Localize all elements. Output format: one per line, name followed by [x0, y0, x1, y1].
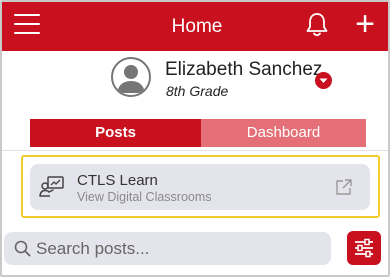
- external-link-icon: [335, 178, 353, 196]
- card-subtitle: View Digital Classrooms: [77, 190, 212, 204]
- card-title: CTLS Learn: [77, 172, 158, 189]
- plus-icon[interactable]: +: [352, 7, 378, 41]
- search-input[interactable]: [36, 232, 321, 265]
- user-grade: 8th Grade: [166, 83, 229, 99]
- user-avatar-icon: [111, 57, 151, 97]
- tab-posts[interactable]: Posts: [30, 119, 201, 147]
- search-bar: [4, 232, 331, 265]
- app-header: Home +: [2, 2, 388, 51]
- page-title: Home: [171, 16, 223, 37]
- chevron-down-icon[interactable]: [315, 72, 332, 89]
- sliders-filter-icon[interactable]: [347, 231, 381, 265]
- classroom-presenter-icon: [39, 175, 65, 199]
- user-name: Elizabeth Sanchez: [165, 59, 323, 80]
- tab-dashboard[interactable]: Dashboard: [201, 119, 366, 147]
- bell-icon[interactable]: [305, 12, 329, 38]
- segmented-tabs: Posts Dashboard: [30, 119, 366, 147]
- search-icon: [14, 240, 31, 257]
- app-screen: Home + Elizabeth Sanchez 8th Grade Posts…: [0, 0, 390, 277]
- ctls-learn-link-card[interactable]: CTLS Learn View Digital Classrooms: [30, 164, 370, 210]
- section-divider: [2, 150, 388, 151]
